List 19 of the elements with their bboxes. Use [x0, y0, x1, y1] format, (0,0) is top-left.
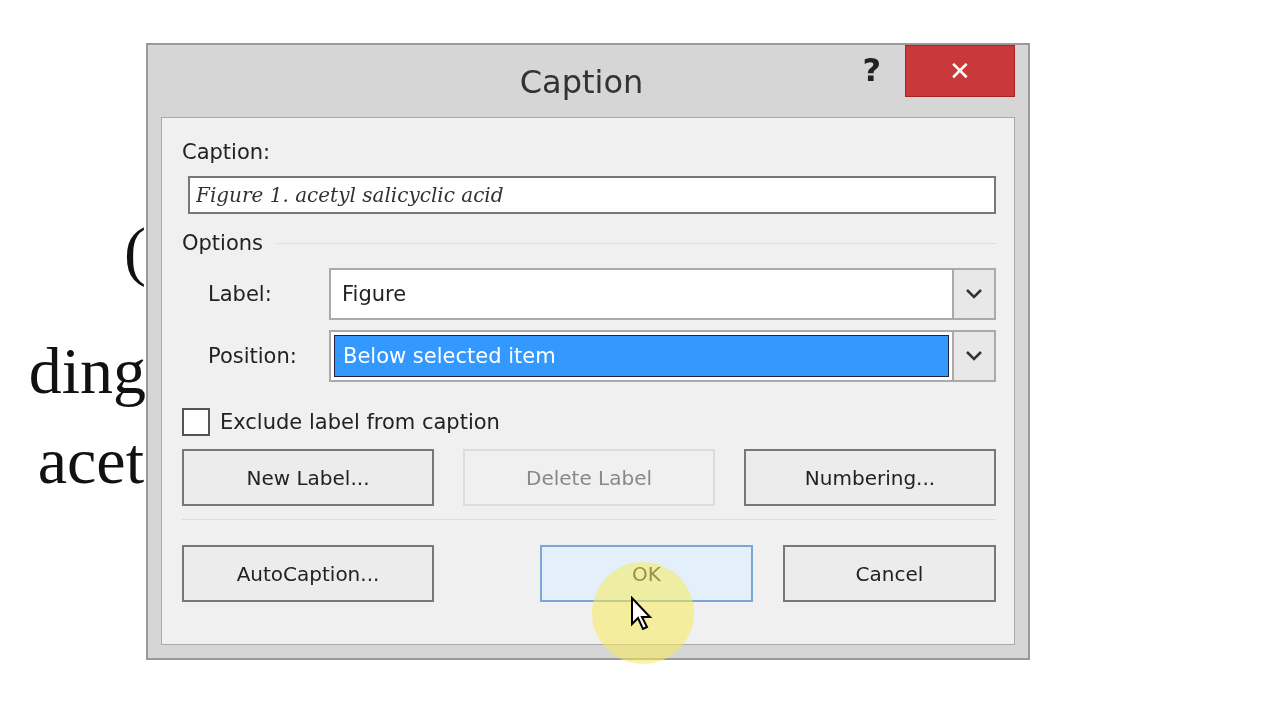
- dialog-button[interactable]: Cancel: [783, 545, 996, 602]
- field-label: Position:: [207, 344, 298, 368]
- dropdown-value: Below selected item: [334, 335, 949, 377]
- close-button[interactable]: ✕: [905, 45, 1015, 97]
- dialog-button[interactable]: New Label...: [182, 449, 434, 506]
- options-heading: Options: [182, 231, 264, 255]
- dialog-button[interactable]: Numbering...: [744, 449, 996, 506]
- checkbox-label: Exclude label from caption: [220, 410, 500, 434]
- help-button[interactable]: ?: [858, 45, 885, 89]
- dropdown-field[interactable]: Figure: [329, 268, 996, 320]
- window-title: Caption: [518, 62, 645, 101]
- dialog-button[interactable]: AutoCaption...: [182, 545, 434, 602]
- checkbox[interactable]: [182, 408, 210, 436]
- dropdown-value: Figure: [341, 281, 408, 308]
- caption-field[interactable]: Figure 1. acetyl salicyclic acid: [188, 176, 996, 214]
- caption-label: Caption:: [182, 140, 272, 166]
- document-text: acet: [37, 428, 144, 494]
- mouse-pointer-icon: [630, 596, 654, 632]
- field-label: Label:: [207, 282, 273, 306]
